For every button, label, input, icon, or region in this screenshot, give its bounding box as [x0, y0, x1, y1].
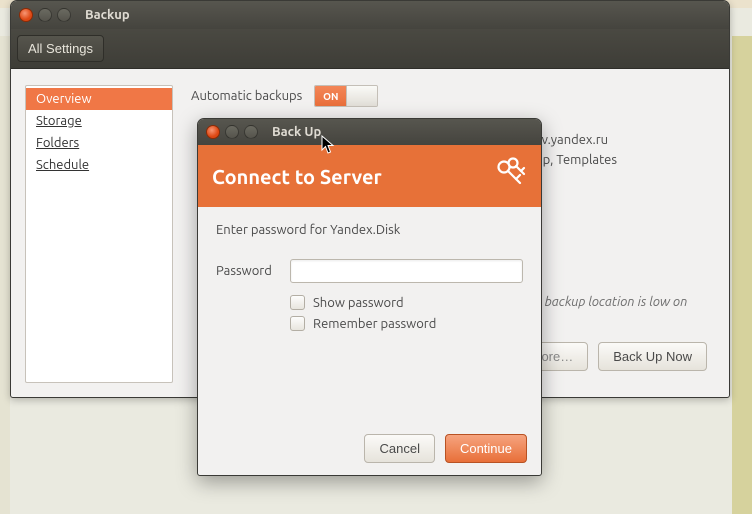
dialog-prompt: Enter password for Yandex.Disk — [216, 223, 523, 237]
sidebar-item-label: Storage — [36, 114, 82, 128]
sidebar-item-storage[interactable]: Storage — [26, 110, 172, 132]
dialog-footer: Cancel Continue — [364, 434, 527, 463]
maximize-icon[interactable] — [244, 125, 258, 139]
sidebar-item-overview[interactable]: Overview — [26, 88, 172, 110]
show-password-checkbox[interactable] — [290, 295, 305, 310]
main-titlebar[interactable]: Backup — [11, 1, 729, 29]
dialog-body: Enter password for Yandex.Disk Password … — [198, 207, 541, 347]
show-password-row[interactable]: Show password — [290, 295, 523, 310]
window-controls — [19, 8, 71, 22]
show-password-label: Show password — [313, 296, 404, 310]
switch-knob — [346, 86, 377, 106]
minimize-icon[interactable] — [225, 125, 239, 139]
switch-on-label: ON — [315, 86, 346, 106]
automatic-backup-row: Automatic backups ON — [191, 85, 715, 107]
minimize-icon[interactable] — [38, 8, 52, 22]
sidebar-item-schedule[interactable]: Schedule — [26, 154, 172, 176]
remember-password-checkbox[interactable] — [290, 316, 305, 331]
dialog-header: Connect to Server — [198, 145, 541, 207]
backup-folders-value: op, Templates — [535, 151, 617, 171]
overview-info: av.yandex.ru op, Templates — [535, 131, 617, 170]
sidebar-item-label: Schedule — [36, 158, 89, 172]
continue-button[interactable]: Continue — [445, 434, 527, 463]
sidebar-item-folders[interactable]: Folders — [26, 132, 172, 154]
cancel-button[interactable]: Cancel — [364, 434, 434, 463]
dialog-title: Back Up — [272, 125, 321, 139]
password-label: Password — [216, 264, 278, 278]
status-message: e backup location is low on — [535, 295, 687, 309]
sidebar-item-label: Overview — [36, 92, 92, 106]
connect-dialog: Back Up Connect to Server Enter password… — [197, 118, 542, 476]
main-action-buttons: tore… Back Up Now — [523, 342, 707, 371]
automatic-backup-switch[interactable]: ON — [314, 85, 378, 107]
maximize-icon[interactable] — [57, 8, 71, 22]
remember-password-row[interactable]: Remember password — [290, 316, 523, 331]
backup-now-button[interactable]: Back Up Now — [598, 342, 707, 371]
keys-icon — [493, 156, 527, 196]
dialog-titlebar[interactable]: Back Up — [198, 119, 541, 145]
toolbar: All Settings — [11, 29, 729, 69]
sidebar-item-label: Folders — [36, 136, 79, 150]
sidebar: Overview Storage Folders Schedule — [25, 85, 173, 383]
dialog-heading: Connect to Server — [212, 165, 382, 188]
close-icon[interactable] — [19, 8, 33, 22]
close-icon[interactable] — [206, 125, 220, 139]
automatic-backup-label: Automatic backups — [191, 89, 302, 103]
dialog-window-controls — [206, 125, 258, 139]
all-settings-button[interactable]: All Settings — [17, 35, 104, 62]
main-title: Backup — [85, 8, 130, 22]
password-row: Password — [216, 259, 523, 283]
remember-password-label: Remember password — [313, 317, 436, 331]
backup-location-value: av.yandex.ru — [535, 131, 617, 151]
password-input[interactable] — [290, 259, 523, 283]
